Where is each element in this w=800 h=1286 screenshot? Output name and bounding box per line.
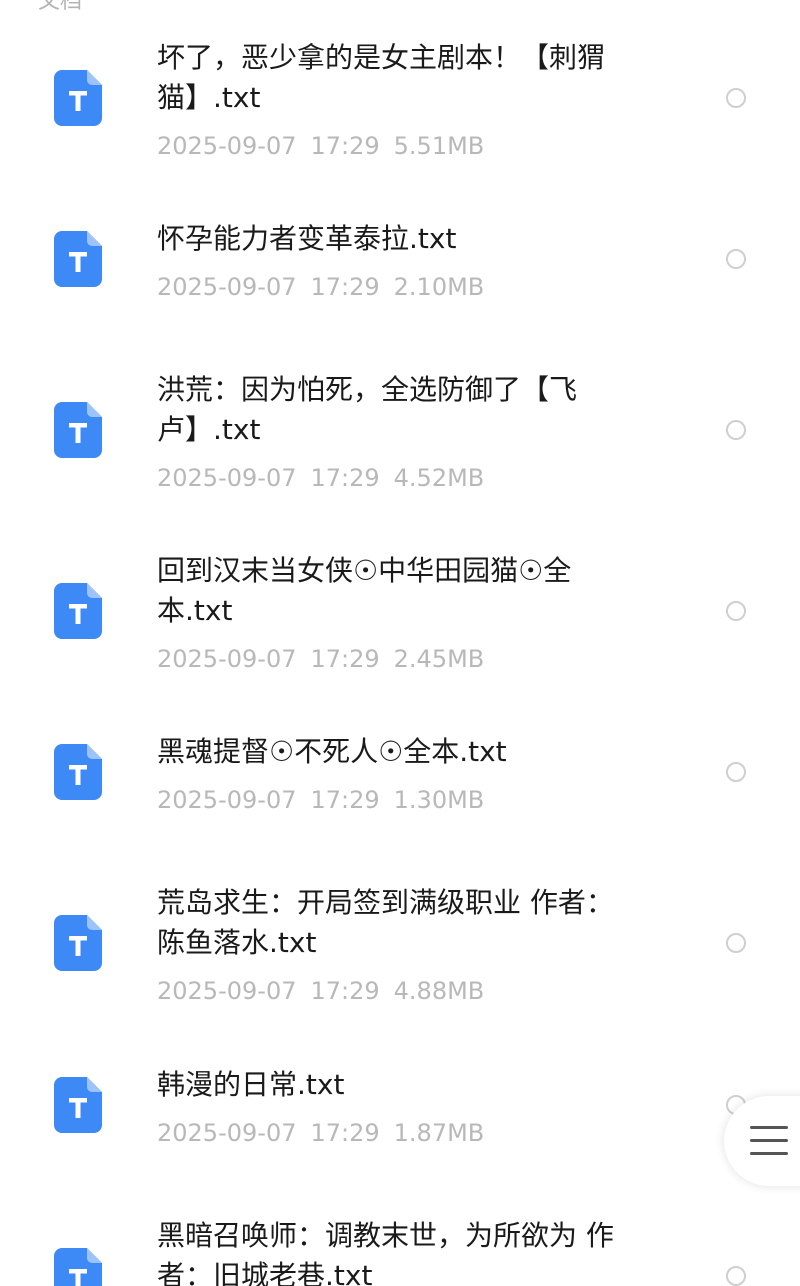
list-item[interactable]: 怀孕能力者变革泰拉.txt 2025-09-07 17:29 2.10MB (0, 222, 800, 301)
file-time: 17:29 (310, 132, 380, 160)
file-name: 回到汉末当女侠☉中华田园猫☉全 本.txt (157, 554, 572, 627)
file-time: 17:29 (310, 645, 380, 673)
file-time: 17:29 (310, 464, 380, 492)
list-item[interactable]: 坏了，恶少拿的是女主剧本！【刺猬 猫】.txt 2025-09-07 17:29 5… (0, 41, 800, 160)
file-date: 2025-09-07 (157, 786, 297, 814)
txt-file-icon (54, 1248, 102, 1286)
file-meta: 2025-09-07 17:29 1.30MB (157, 784, 498, 816)
menu-icon (750, 1126, 788, 1129)
file-meta: 2025-09-07 17:29 4.52MB (157, 462, 498, 494)
file-date: 2025-09-07 (157, 273, 297, 301)
select-radio[interactable] (726, 88, 746, 108)
file-size: 4.52MB (393, 464, 485, 492)
select-radio[interactable] (726, 933, 746, 953)
txt-file-icon (54, 744, 102, 800)
file-time: 17:29 (310, 786, 380, 814)
menu-icon (750, 1139, 788, 1142)
section-label: 文档 (38, 0, 83, 14)
file-date: 2025-09-07 (157, 977, 297, 1005)
file-size: 4.88MB (393, 977, 485, 1005)
file-size: 2.45MB (393, 645, 485, 673)
list-item[interactable]: 黑魂提督☉不死人☉全本.txt 2025-09-07 17:29 1.30MB (0, 735, 800, 814)
file-size: 1.87MB (393, 1119, 485, 1147)
file-meta: 2025-09-07 17:29 2.10MB (157, 271, 498, 303)
file-time: 17:29 (310, 977, 380, 1005)
txt-file-icon (54, 915, 102, 971)
file-meta: 2025-09-07 17:29 5.51MB (157, 130, 498, 162)
file-date: 2025-09-07 (157, 1119, 297, 1147)
file-time: 17:29 (310, 1119, 380, 1147)
file-date: 2025-09-07 (157, 132, 297, 160)
file-date: 2025-09-07 (157, 464, 297, 492)
list-item[interactable]: 黑暗召唤师：调教末世，为所欲为 作 者：旧城老巷.txt (0, 1219, 800, 1286)
file-size: 1.30MB (393, 786, 485, 814)
select-radio[interactable] (726, 249, 746, 269)
file-name: 黑魂提督☉不死人☉全本.txt (157, 735, 507, 768)
txt-file-icon (54, 231, 102, 287)
select-radio[interactable] (726, 601, 746, 621)
file-size: 5.51MB (393, 132, 485, 160)
txt-file-icon (54, 1077, 102, 1133)
menu-icon (750, 1152, 788, 1155)
file-name: 怀孕能力者变革泰拉.txt (157, 222, 457, 255)
list-item[interactable]: 洪荒：因为怕死，全选防御了【飞 卢】.txt 2025-09-07 17:29 4.… (0, 373, 800, 492)
file-size: 2.10MB (393, 273, 485, 301)
txt-file-icon (54, 402, 102, 458)
file-list-screen: 文档 坏了，恶少拿的是女主剧本！【刺猬 猫】.txt 2025-09-07 17:… (0, 0, 800, 1286)
select-radio[interactable] (726, 1266, 746, 1286)
file-name: 坏了，恶少拿的是女主剧本！【刺猬 猫】.txt (157, 41, 606, 114)
list-item[interactable]: 韩漫的日常.txt 2025-09-07 17:29 1.87MB (0, 1068, 800, 1147)
txt-file-icon (54, 70, 102, 126)
file-name: 洪荒：因为怕死，全选防御了【飞 卢】.txt (157, 373, 578, 446)
list-item[interactable]: 荒岛求生：开局签到满级职业 作者： 陈鱼落水.txt 2025-09-07 17:… (0, 886, 800, 1005)
floating-menu-button[interactable] (724, 1096, 800, 1186)
file-date: 2025-09-07 (157, 645, 297, 673)
file-name: 韩漫的日常.txt (157, 1068, 345, 1101)
select-radio[interactable] (726, 762, 746, 782)
file-meta: 2025-09-07 17:29 2.45MB (157, 643, 498, 675)
txt-file-icon (54, 583, 102, 639)
file-name: 黑暗召唤师：调教末世，为所欲为 作 者：旧城老巷.txt (157, 1219, 614, 1286)
file-time: 17:29 (310, 273, 380, 301)
list-item[interactable]: 回到汉末当女侠☉中华田园猫☉全 本.txt 2025-09-07 17:29 2.4… (0, 554, 800, 673)
file-name: 荒岛求生：开局签到满级职业 作者： 陈鱼落水.txt (157, 886, 614, 959)
file-meta: 2025-09-07 17:29 4.88MB (157, 975, 498, 1007)
select-radio[interactable] (726, 420, 746, 440)
file-meta: 2025-09-07 17:29 1.87MB (157, 1117, 498, 1149)
